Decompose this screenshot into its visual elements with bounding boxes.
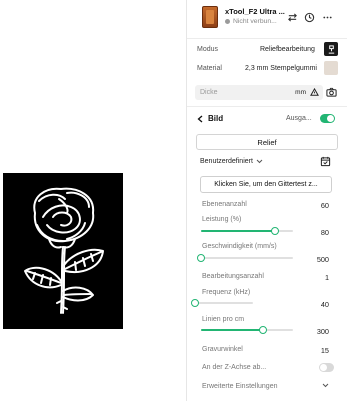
frequency-label: Frequenz (kHz) <box>202 289 251 296</box>
lines-value[interactable]: 300 <box>317 327 329 336</box>
frequency-value[interactable]: 40 <box>321 300 329 309</box>
output-label: Ausga... <box>286 115 312 122</box>
slider-track <box>195 302 253 304</box>
thickness-unit: mm <box>295 89 306 96</box>
passes-value[interactable]: 1 <box>325 273 329 282</box>
z-axis-label: An der Z-Achse ab... <box>202 364 267 371</box>
device-header: xTool_F2 Ultra ... Nicht verbun... <box>187 0 347 36</box>
swap-icon[interactable] <box>286 11 298 23</box>
save-preset-icon[interactable] <box>320 156 331 169</box>
thickness-placeholder: Dicke <box>200 89 218 96</box>
preset-dropdown[interactable]: Benutzerdefiniert <box>200 158 263 165</box>
connect-icon[interactable] <box>303 11 315 23</box>
toggle-knob <box>327 115 334 122</box>
section-title: Bild <box>208 114 224 123</box>
camera-icon[interactable] <box>326 87 337 99</box>
mode-button[interactable] <box>324 42 338 56</box>
material-swatch[interactable] <box>324 61 338 75</box>
layers-value[interactable]: 60 <box>321 201 329 210</box>
slider-track <box>201 257 293 259</box>
chevron-down-icon[interactable] <box>322 383 329 390</box>
speed-value[interactable]: 500 <box>317 255 329 264</box>
chevron-down-icon <box>256 159 263 164</box>
relief-button[interactable]: Relief <box>196 134 338 150</box>
speed-slider[interactable] <box>197 253 293 263</box>
speed-label: Geschwindigkeit (mm/s) <box>202 243 277 250</box>
grid-test-button[interactable]: Klicken Sie, um den Gittertest z... <box>200 176 332 193</box>
laser-head-icon <box>328 44 334 54</box>
divider <box>187 38 347 39</box>
engrave-angle-label: Gravurwinkel <box>202 346 243 353</box>
autofocus-icon[interactable] <box>310 87 319 99</box>
design-canvas[interactable] <box>0 0 186 401</box>
thickness-field[interactable]: Dicke mm <box>195 85 323 100</box>
engrave-angle-value[interactable]: 15 <box>321 346 329 355</box>
slider-thumb[interactable] <box>197 254 205 262</box>
device-name[interactable]: xTool_F2 Ultra ... <box>225 7 285 16</box>
material-value[interactable]: 2,3 mm Stempelgummi <box>245 65 317 72</box>
more-icon[interactable] <box>321 11 333 23</box>
device-status: Nicht verbun... <box>225 18 277 25</box>
divider <box>187 106 347 107</box>
slider-fill <box>201 329 263 331</box>
chevron-left-icon <box>197 115 203 122</box>
lines-label: Linien pro cm <box>202 316 245 323</box>
power-slider[interactable] <box>201 226 293 236</box>
slider-thumb[interactable] <box>258 326 267 334</box>
slider-thumb[interactable] <box>191 299 199 307</box>
device-status-text: Nicht verbun... <box>233 18 277 25</box>
preset-label: Benutzerdefiniert <box>200 158 253 165</box>
rose-image[interactable] <box>3 173 123 329</box>
slider-thumb[interactable] <box>270 227 279 235</box>
settings-panel: xTool_F2 Ultra ... Nicht verbun... Modus… <box>186 0 347 401</box>
power-value[interactable]: 80 <box>321 228 329 237</box>
lines-slider[interactable] <box>201 325 293 335</box>
back-button[interactable]: Bild <box>197 114 223 123</box>
connection-dot-icon <box>225 19 230 24</box>
frequency-slider[interactable] <box>191 298 253 308</box>
rose-drawing <box>24 187 104 314</box>
slider-fill <box>201 230 275 232</box>
z-axis-toggle[interactable] <box>319 363 334 372</box>
mode-value[interactable]: Reliefbearbeitung <box>260 46 315 53</box>
layers-label: Ebenenanzahl <box>202 201 247 208</box>
advanced-settings-label[interactable]: Erweiterte Einstellungen <box>202 383 278 390</box>
output-toggle[interactable] <box>320 114 335 123</box>
toggle-knob <box>320 364 327 371</box>
power-label: Leistung (%) <box>202 216 242 223</box>
material-label: Material <box>197 65 222 72</box>
passes-label: Bearbeitungsanzahl <box>202 273 264 280</box>
device-thumbnail <box>202 6 218 28</box>
mode-label: Modus <box>197 46 219 53</box>
